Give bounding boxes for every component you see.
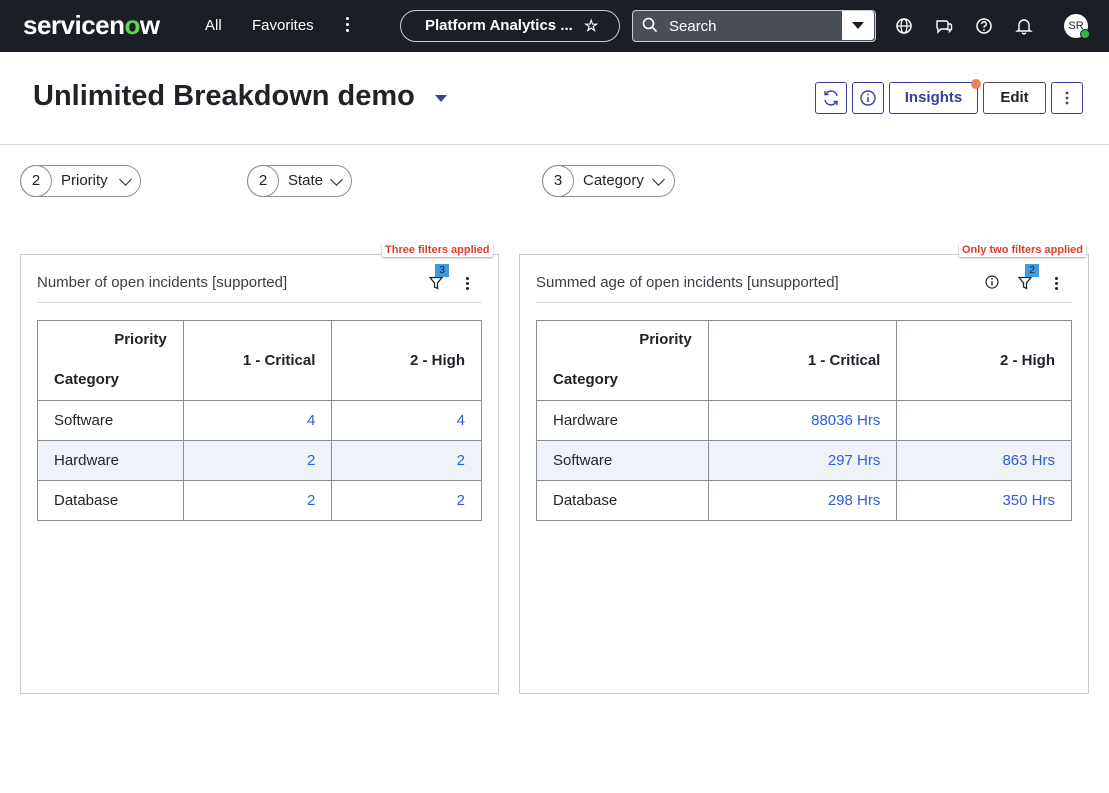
caret-down-icon — [852, 22, 864, 29]
row-dimension-label: Category — [553, 371, 619, 388]
breakdown-table: Priority Category 1 - Critical 2 - High … — [536, 320, 1072, 521]
table-corner-header: Priority Category — [536, 320, 709, 401]
filter-count-badge: 2 — [1025, 264, 1039, 277]
row-dimension-label: Category — [54, 371, 120, 388]
nav-more-icon[interactable] — [342, 14, 352, 36]
table-row: Software 4 4 — [37, 400, 482, 441]
table-cell-link[interactable]: 88036 Hrs — [707, 400, 898, 441]
column-dimension-label: Priority — [114, 331, 167, 348]
globe-icon[interactable] — [895, 17, 913, 35]
widget-summed-age: Summed age of open incidents [unsupporte… — [519, 254, 1089, 694]
info-icon — [860, 90, 876, 106]
insights-button[interactable]: Insights — [889, 79, 981, 114]
table-cell-link[interactable] — [896, 400, 1072, 441]
row-header: Hardware — [37, 440, 184, 481]
table-cell-link[interactable]: 350 Hrs — [896, 480, 1072, 521]
user-avatar[interactable]: SR — [1064, 14, 1090, 39]
filter-icon[interactable] — [429, 276, 443, 290]
annotation-callout: Three filters applied — [382, 243, 493, 257]
global-search[interactable]: Search — [632, 10, 876, 42]
widget-title: Summed age of open incidents [unsupporte… — [536, 274, 839, 291]
nav-favorites[interactable]: Favorites — [252, 17, 314, 34]
bell-icon[interactable] — [1015, 17, 1033, 35]
table-corner-header: Priority Category — [37, 320, 184, 401]
column-dimension-label: Priority — [639, 331, 692, 348]
table-row: Hardware 88036 Hrs — [536, 400, 1072, 441]
annotation-callout: Only two filters applied — [959, 243, 1087, 257]
table-cell-link[interactable]: 4 — [182, 400, 333, 441]
notification-dot-icon — [971, 79, 981, 89]
table-cell-link[interactable]: 863 Hrs — [896, 440, 1072, 481]
filter-count: 2 — [20, 165, 52, 197]
table-row: Software 297 Hrs 863 Hrs — [536, 440, 1072, 481]
column-header: 2 - High — [331, 320, 482, 401]
widget-divider — [37, 302, 482, 303]
table-row: Hardware 2 2 — [37, 440, 482, 481]
star-icon[interactable]: ☆ — [584, 16, 598, 36]
table-row: Database 298 Hrs 350 Hrs — [536, 480, 1072, 521]
nav-all[interactable]: All — [205, 17, 222, 34]
chat-icon[interactable] — [935, 17, 953, 35]
chevron-down-icon — [652, 173, 665, 186]
search-scope-dropdown[interactable] — [842, 11, 874, 40]
table-cell-link[interactable]: 2 — [182, 480, 333, 521]
info-icon[interactable] — [985, 275, 999, 289]
header-divider — [0, 144, 1109, 145]
filter-icon[interactable] — [1018, 276, 1032, 290]
more-options-button[interactable] — [1051, 82, 1083, 114]
table-cell-link[interactable]: 2 — [331, 480, 482, 521]
row-header: Database — [536, 480, 709, 521]
table-cell-link[interactable]: 4 — [331, 400, 482, 441]
filter-category[interactable]: 3 Category — [542, 165, 675, 197]
refresh-icon — [824, 90, 838, 106]
column-header: 1 - Critical — [182, 320, 333, 401]
column-header: 1 - Critical — [707, 320, 898, 401]
table-cell-link[interactable]: 298 Hrs — [707, 480, 898, 521]
table-row: Database 2 2 — [37, 480, 482, 521]
help-icon[interactable] — [975, 17, 993, 35]
top-nav: servicenow All Favorites Platform Analyt… — [0, 0, 1109, 52]
breakdown-table: Priority Category 1 - Critical 2 - High … — [37, 320, 482, 521]
filter-label: Category — [583, 172, 644, 189]
filter-count: 3 — [542, 165, 574, 197]
search-input[interactable]: Search — [669, 18, 717, 35]
row-header: Software — [536, 440, 709, 481]
filter-priority[interactable]: 2 Priority — [20, 165, 141, 197]
filter-label: Priority — [61, 172, 108, 189]
row-header: Software — [37, 400, 184, 441]
row-header: Hardware — [536, 400, 709, 441]
widget-open-incidents: Number of open incidents [supported] 3 P… — [20, 254, 499, 694]
column-header: 2 - High — [896, 320, 1072, 401]
search-icon — [642, 17, 658, 33]
filter-label: State — [288, 172, 324, 189]
refresh-button[interactable] — [815, 82, 847, 114]
edit-button[interactable]: Edit — [983, 82, 1046, 114]
widget-divider — [536, 302, 1072, 303]
chevron-down-icon — [119, 173, 132, 186]
chevron-down-icon — [330, 173, 343, 186]
title-dropdown-icon[interactable] — [435, 95, 447, 102]
filter-count: 2 — [247, 165, 279, 197]
widget-title: Number of open incidents [supported] — [37, 274, 288, 291]
filter-count-badge: 3 — [435, 264, 449, 277]
app-scope-pill[interactable]: Platform Analytics ... ☆ — [400, 10, 620, 42]
widget-menu-icon[interactable] — [462, 277, 472, 291]
kebab-icon — [1065, 91, 1069, 105]
info-button[interactable] — [852, 82, 884, 114]
row-header: Database — [37, 480, 184, 521]
widget-menu-icon[interactable] — [1051, 277, 1061, 291]
page-title: Unlimited Breakdown demo — [33, 80, 415, 112]
table-cell-link[interactable]: 2 — [182, 440, 333, 481]
table-cell-link[interactable]: 2 — [331, 440, 482, 481]
filter-state[interactable]: 2 State — [247, 165, 352, 197]
table-cell-link[interactable]: 297 Hrs — [707, 440, 898, 481]
servicenow-logo[interactable]: servicenow — [23, 10, 160, 41]
online-status-icon — [1080, 29, 1090, 39]
